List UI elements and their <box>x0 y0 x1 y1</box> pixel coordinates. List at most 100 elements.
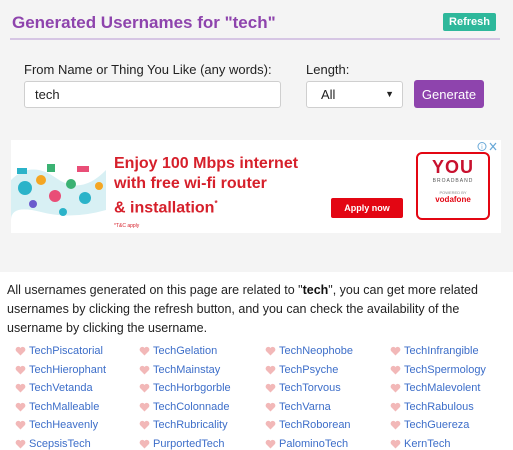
username-link[interactable]: TechHeavenly <box>15 416 98 434</box>
heart-icon <box>390 384 401 393</box>
adchoices-icon[interactable]: i <box>477 141 499 152</box>
username-link[interactable]: TechNeophobe <box>265 342 353 360</box>
description-keyword: tech <box>302 283 329 297</box>
username-label: TechMainstay <box>153 363 221 376</box>
heart-icon <box>15 402 26 412</box>
ad-headline-line-2: with free wi-fi router <box>114 175 267 192</box>
chevron-down-icon: ▼ <box>385 89 394 99</box>
heart-icon <box>390 421 401 430</box>
username-link[interactable]: PurportedTech <box>139 435 225 450</box>
username-label: TechVarna <box>279 400 331 413</box>
you-broadband-logo: YOU BROADBAND POWERED BY vodafone <box>416 152 490 220</box>
username-label: TechVetanda <box>29 382 93 395</box>
username-link[interactable]: TechVetanda <box>15 379 93 397</box>
username-label: KernTech <box>404 438 451 450</box>
heart-icon <box>265 346 276 356</box>
heart-icon <box>390 365 401 375</box>
username-link[interactable]: TechTorvous <box>265 379 341 397</box>
heart-icon <box>15 421 26 430</box>
username-link[interactable]: TechInfrangible <box>390 342 479 360</box>
ad-asterisk: * <box>214 199 218 208</box>
heart-icon <box>265 365 276 375</box>
username-label: TechHierophant <box>29 363 107 376</box>
ad-terms: *T&C apply <box>114 223 140 229</box>
username-label: TechTorvous <box>279 382 341 395</box>
page-title: Generated Usernames for "tech" <box>12 13 276 32</box>
ad-apply-button[interactable]: Apply now <box>331 198 403 218</box>
username-link[interactable]: TechMainstay <box>139 361 220 379</box>
username-label: TechInfrangible <box>404 345 479 357</box>
username-link[interactable]: TechMalevolent <box>390 379 480 397</box>
refresh-button[interactable]: Refresh <box>443 13 496 31</box>
username-link[interactable]: PalominoTech <box>265 435 348 450</box>
username-label: TechGelation <box>153 345 218 357</box>
username-label: TechMalevolent <box>404 382 481 395</box>
heart-icon <box>139 365 150 375</box>
username-label: TechRoborean <box>279 419 351 432</box>
logo-vodafone-text: vodafone <box>435 195 471 204</box>
username-label: TechRabulous <box>404 400 474 413</box>
username-link[interactable]: KernTech <box>390 435 450 450</box>
heart-icon <box>390 346 401 356</box>
username-label: ScepsisTech <box>29 438 91 450</box>
heart-icon <box>15 346 26 356</box>
name-input[interactable] <box>24 81 281 108</box>
username-link[interactable]: TechGuereza <box>390 416 469 434</box>
heart-icon <box>265 384 276 393</box>
username-label: TechRubricality <box>153 419 228 432</box>
username-link[interactable]: TechMalleable <box>15 398 99 416</box>
username-link[interactable]: TechRabulous <box>390 398 474 416</box>
heart-icon <box>139 384 150 393</box>
heart-icon <box>139 346 150 356</box>
heart-icon <box>139 402 150 412</box>
generate-button[interactable]: Generate <box>414 80 484 108</box>
username-link[interactable]: TechPiscatorial <box>15 342 103 360</box>
username-label: TechNeophobe <box>279 345 354 357</box>
ad-headline: Enjoy 100 Mbps internet with free wi-fi … <box>114 154 344 218</box>
username-label: TechPiscatorial <box>29 345 103 357</box>
username-label: PalominoTech <box>279 438 349 450</box>
heart-icon <box>265 421 276 430</box>
description-before: All usernames generated on this page are… <box>7 283 303 297</box>
length-select-value: All <box>321 87 336 102</box>
username-link[interactable]: TechVarna <box>265 398 331 416</box>
username-label: TechGuereza <box>404 419 470 432</box>
username-link[interactable]: TechPsyche <box>265 361 338 379</box>
username-label: PurportedTech <box>153 438 225 450</box>
username-label: TechPsyche <box>279 363 339 376</box>
ad-headline-line-3-text: & installation <box>114 199 215 217</box>
username-label: TechMalleable <box>29 400 100 413</box>
username-link[interactable]: TechHierophant <box>15 361 106 379</box>
ad-headline-line-1: Enjoy 100 Mbps internet <box>114 155 299 172</box>
heart-icon <box>139 421 150 430</box>
length-select[interactable]: All ▼ <box>306 81 403 108</box>
heart-icon <box>15 439 26 449</box>
ad-headline-line-3: & installation* <box>114 194 344 218</box>
username-label: TechColonnade <box>153 400 230 413</box>
generator-panel: Generated Usernames for "tech" Refresh F… <box>0 0 513 272</box>
heart-icon <box>15 384 26 393</box>
logo-you-text: YOU <box>431 157 474 177</box>
username-label: TechHorbgorble <box>153 382 231 395</box>
username-link[interactable]: TechRoborean <box>265 416 351 434</box>
advertisement-banner[interactable]: Enjoy 100 Mbps internet with free wi-fi … <box>11 140 501 233</box>
username-link[interactable]: TechColonnade <box>139 398 229 416</box>
username-link[interactable]: ScepsisTech <box>15 435 91 450</box>
page-header: Generated Usernames for "tech" Refresh <box>10 10 500 40</box>
heart-icon <box>139 439 150 449</box>
username-label: TechSpermology <box>404 363 486 376</box>
username-label: TechHeavenly <box>29 419 99 432</box>
username-link[interactable]: TechRubricality <box>139 416 228 434</box>
length-label: Length: <box>306 62 350 77</box>
name-field-label: From Name or Thing You Like (any words): <box>24 62 272 77</box>
heart-icon <box>390 439 401 449</box>
heart-icon <box>265 439 276 449</box>
description-text: All usernames generated on this page are… <box>7 281 505 338</box>
username-link[interactable]: TechHorbgorble <box>139 379 231 397</box>
heart-icon <box>15 365 26 375</box>
heart-icon <box>390 402 401 412</box>
heart-icon <box>265 402 276 412</box>
logo-broadband-text: BROADBAND <box>432 178 474 184</box>
username-link[interactable]: TechGelation <box>139 342 217 360</box>
username-link[interactable]: TechSpermology <box>390 361 486 379</box>
